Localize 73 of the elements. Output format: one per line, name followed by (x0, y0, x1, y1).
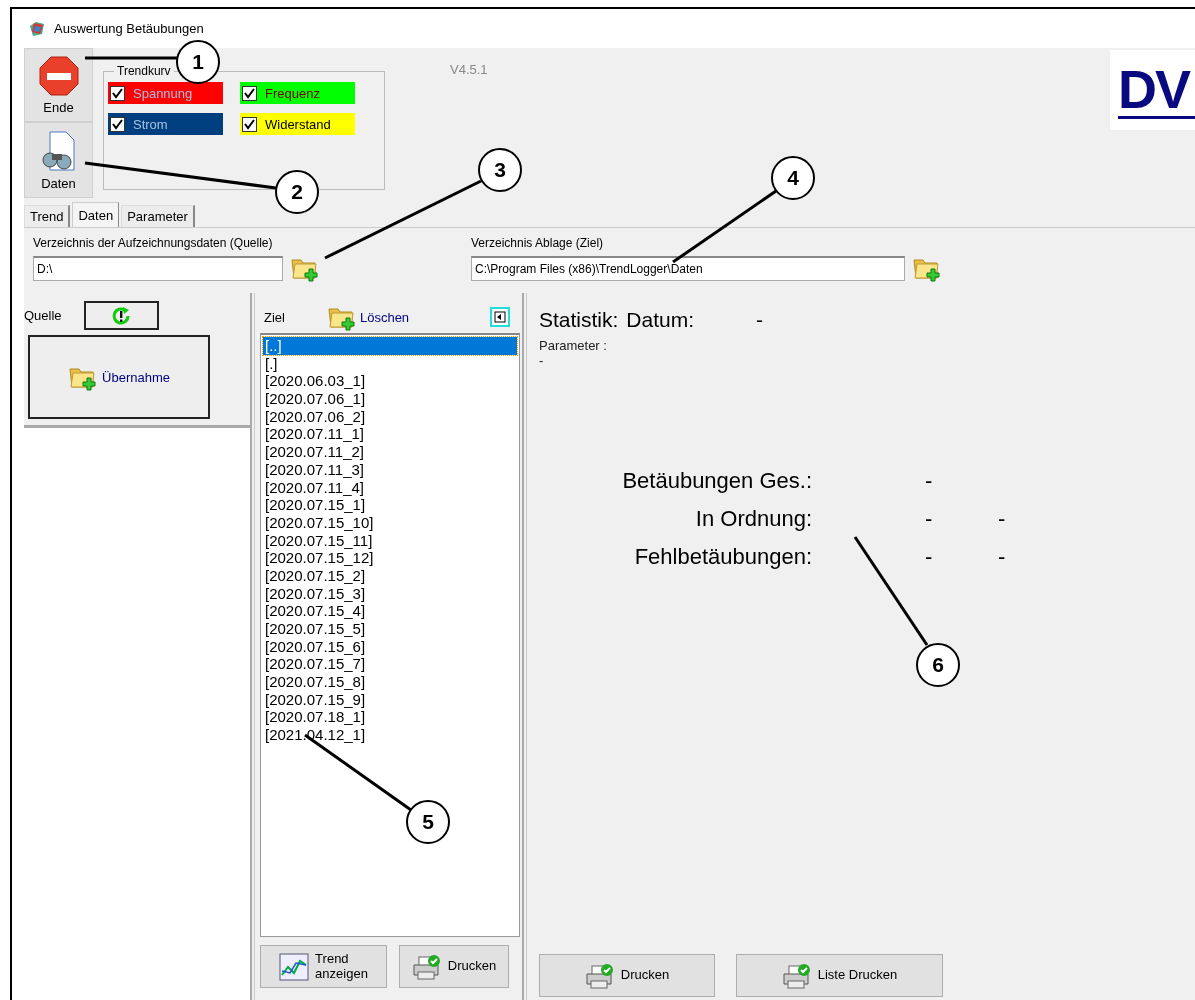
show-trend-button[interactable]: Trend anzeigen (260, 945, 387, 988)
list-item[interactable]: [2020.06.03_1] (263, 372, 517, 391)
list-item[interactable]: [2020.07.15_6] (263, 637, 517, 656)
field-label: Verzeichnis Ablage (Ziel) (471, 236, 605, 250)
parameter-label: Parameter : (539, 338, 608, 353)
tab[interactable]: Trend (24, 205, 71, 227)
stat-value: - (924, 544, 932, 570)
curve-checkbox[interactable]: Frequenz (240, 82, 355, 104)
list-item[interactable]: [2020.07.15_1] (263, 496, 517, 514)
app-icon (28, 19, 46, 38)
path-field[interactable]: C:\Program Files (x86)\TrendLogger\Daten (471, 255, 905, 281)
list-item[interactable]: [.] (263, 354, 517, 373)
list-item[interactable]: [2020.07.15_10] (263, 513, 517, 532)
stat-label: In Ordnung: (694, 506, 812, 532)
import-button[interactable]: Übernahme (28, 335, 210, 419)
print-button[interactable]: Liste Drucken (736, 954, 943, 997)
list-item[interactable]: [2020.07.11_3] (263, 460, 517, 479)
list-item[interactable]: [2020.07.15_3] (263, 584, 517, 603)
stat-value: - (997, 544, 1007, 570)
list-item[interactable]: [2020.07.15_12] (263, 549, 517, 567)
path-field[interactable]: D:\ (33, 255, 283, 281)
print-button[interactable]: Drucken (399, 945, 509, 988)
list-item[interactable]: [2020.07.15_7] (263, 655, 517, 674)
stat-value: - (997, 506, 1007, 532)
list-item[interactable]: [2020.07.15_5] (263, 620, 517, 638)
target-label: Ziel (264, 309, 285, 325)
window-title: Auswertung Betäubungen (54, 21, 204, 36)
date-label: Datum: (626, 308, 695, 332)
curve-checkbox[interactable]: Widerstand (240, 113, 355, 135)
version-label: V4.5.1 (450, 62, 488, 77)
printer-check-icon (584, 961, 615, 990)
date-value: - (756, 308, 764, 332)
stat-label: Betäubungen Ges.: (621, 468, 812, 494)
list-item[interactable]: [2020.07.11_1] (263, 425, 517, 444)
list-item[interactable]: [2020.07.11_2] (263, 443, 517, 461)
collapse-icon (494, 311, 506, 323)
list-item[interactable]: [2020.07.06_1] (263, 390, 517, 408)
data-button[interactable]: Daten (24, 122, 93, 198)
stat-label: Fehlbetäubungen: (633, 544, 812, 570)
group-title: Trendkurv (116, 64, 172, 78)
printer-check-icon (781, 961, 812, 990)
source-label: Quelle (24, 308, 62, 323)
curve-checkbox[interactable]: Strom (108, 113, 223, 135)
list-item[interactable]: [2020.07.18_1] (263, 708, 517, 727)
print-button[interactable]: Drucken (539, 954, 715, 997)
list-item[interactable]: [2020.07.11_4] (263, 478, 517, 497)
collapse-button[interactable] (490, 307, 510, 327)
check-icon (112, 118, 123, 130)
line-chart-icon (279, 952, 310, 981)
stat-value: - (924, 468, 932, 494)
list-item[interactable]: [..] (263, 337, 517, 355)
logo: DV (1110, 50, 1195, 130)
list-item[interactable]: [2020.07.15_8] (263, 673, 517, 691)
list-item[interactable]: [2020.07.15_11] (263, 531, 517, 550)
parameter-value: - (539, 353, 545, 368)
check-icon (112, 87, 123, 99)
statistics-title: Statistik: (539, 308, 619, 332)
list-item[interactable]: [2020.07.15_9] (263, 690, 517, 709)
check-icon (244, 118, 255, 130)
stat-value: - (924, 506, 932, 532)
tab[interactable]: Daten (72, 202, 120, 227)
list-item[interactable]: [2020.07.15_2] (263, 566, 517, 585)
check-icon (244, 87, 255, 99)
refresh-button[interactable] (83, 301, 159, 330)
list-item[interactable]: [2021.04.12_1] (263, 726, 517, 744)
exit-button[interactable]: Ende (24, 48, 93, 122)
list-item[interactable]: [2020.07.15_4] (263, 602, 517, 620)
list-item[interactable]: [2020.07.06_2] (263, 407, 517, 426)
tab[interactable]: Parameter (121, 205, 195, 227)
field-label: Verzeichnis der Aufzeichnungsdaten (Quelle) (33, 236, 274, 250)
stop-sign-icon (38, 55, 79, 96)
printer-check-icon (411, 952, 442, 981)
delete-button[interactable]: Löschen (326, 303, 410, 331)
